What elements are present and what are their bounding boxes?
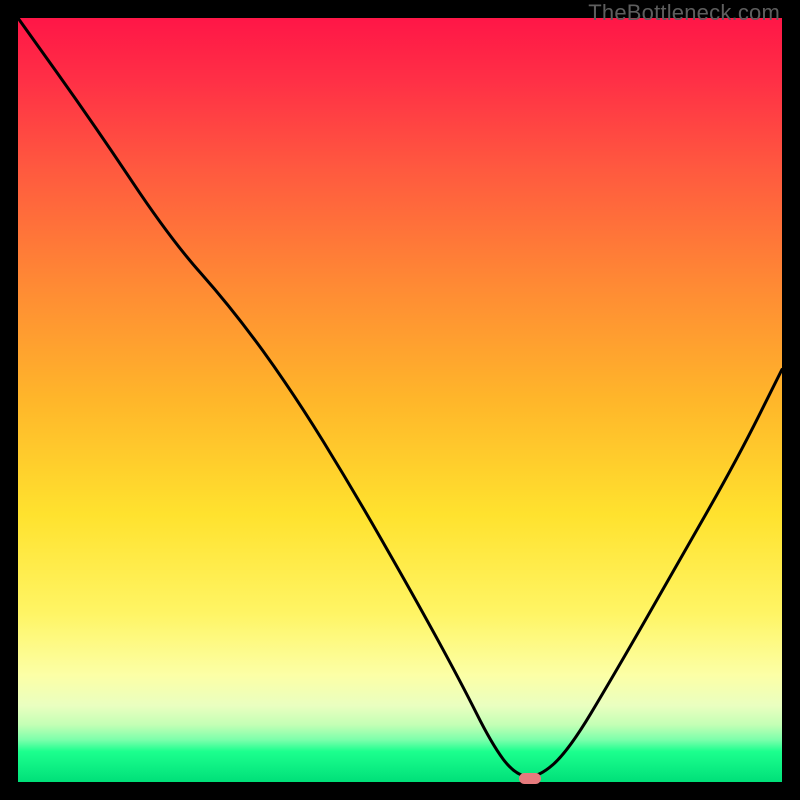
chart-container: TheBottleneck.com: [0, 0, 800, 800]
plot-area: [18, 18, 782, 782]
curve-svg: [18, 18, 782, 782]
watermark-text: TheBottleneck.com: [588, 0, 780, 26]
bottleneck-curve: [18, 18, 782, 777]
optimal-point-indicator: [519, 773, 541, 784]
